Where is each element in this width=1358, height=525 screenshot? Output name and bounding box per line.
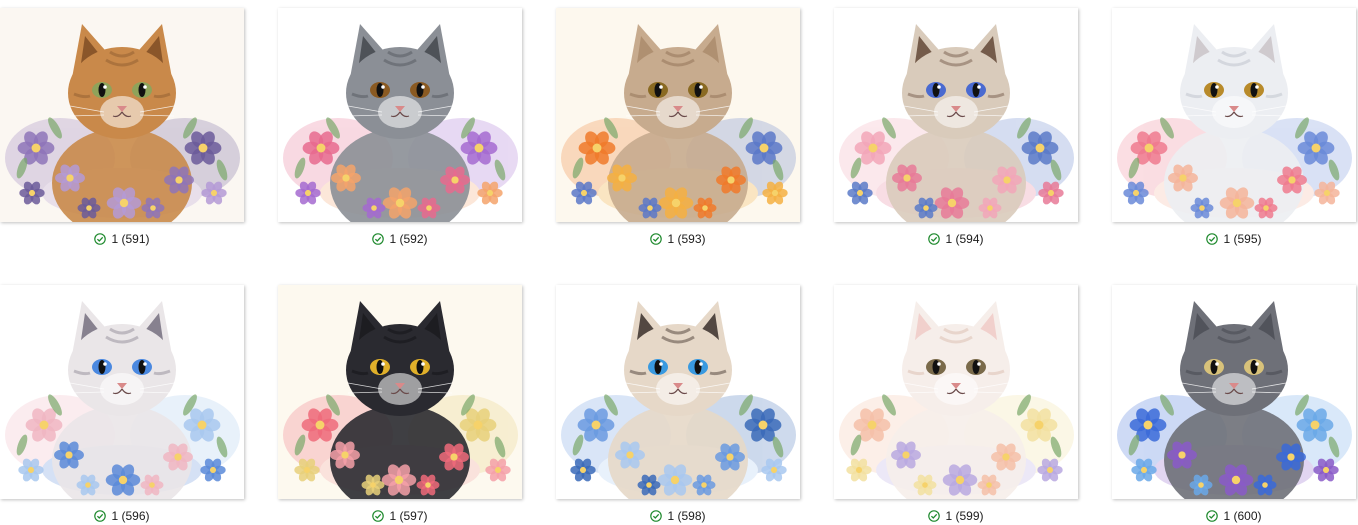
file-caption[interactable]: 1 (593) (556, 230, 800, 248)
thumbnail-image[interactable] (0, 285, 244, 499)
cat-illustration (0, 8, 244, 222)
sync-check-icon (1206, 510, 1219, 522)
file-caption[interactable]: 1 (595) (1112, 230, 1356, 248)
file-grid: 1 (591) 1 (592) 1 (593) 1 (594) 1 (595) 1 (59… (0, 0, 1358, 523)
file-name: 1 (598) (667, 509, 706, 523)
sync-check-icon (650, 510, 663, 522)
file-caption[interactable]: 1 (598) (556, 507, 800, 525)
sync-check-icon (928, 233, 941, 245)
thumbnail-image[interactable] (0, 8, 244, 222)
file-tile[interactable]: 1 (593) (556, 8, 802, 248)
file-tile[interactable]: 1 (598) (556, 285, 802, 525)
thumbnail-image[interactable] (278, 8, 522, 222)
file-tile[interactable]: 1 (596) (0, 285, 246, 525)
file-tile[interactable]: 1 (595) (1112, 8, 1358, 248)
file-caption[interactable]: 1 (596) (0, 507, 244, 525)
thumbnail-image[interactable] (1112, 285, 1356, 499)
thumbnail-image[interactable] (556, 8, 800, 222)
thumbnail-image[interactable] (834, 8, 1078, 222)
sync-check-icon (1206, 233, 1219, 245)
thumbnail-image[interactable] (278, 285, 522, 499)
sync-check-icon (372, 233, 385, 245)
file-name: 1 (600) (1223, 509, 1262, 523)
file-tile[interactable]: 1 (594) (834, 8, 1080, 248)
thumbnail-image[interactable] (556, 285, 800, 499)
cat-illustration (278, 8, 522, 222)
file-caption[interactable]: 1 (592) (278, 230, 522, 248)
file-caption[interactable]: 1 (594) (834, 230, 1078, 248)
file-tile[interactable]: 1 (591) (0, 8, 246, 248)
cat-illustration (1112, 8, 1356, 222)
file-name: 1 (593) (667, 232, 706, 246)
sync-check-icon (94, 233, 107, 245)
cat-illustration (0, 285, 244, 499)
cat-illustration (556, 8, 800, 222)
file-tile[interactable]: 1 (599) (834, 285, 1080, 525)
file-caption[interactable]: 1 (597) (278, 507, 522, 525)
thumbnail-image[interactable] (1112, 8, 1356, 222)
file-caption[interactable]: 1 (599) (834, 507, 1078, 525)
sync-check-icon (94, 510, 107, 522)
cat-illustration (278, 285, 522, 499)
file-caption[interactable]: 1 (591) (0, 230, 244, 248)
sync-check-icon (650, 233, 663, 245)
thumbnail-image[interactable] (834, 285, 1078, 499)
file-name: 1 (594) (945, 232, 984, 246)
file-tile[interactable]: 1 (600) (1112, 285, 1358, 525)
file-caption[interactable]: 1 (600) (1112, 507, 1356, 525)
cat-illustration (834, 285, 1078, 499)
file-name: 1 (596) (111, 509, 150, 523)
file-tile[interactable]: 1 (597) (278, 285, 524, 525)
sync-check-icon (372, 510, 385, 522)
sync-check-icon (928, 510, 941, 522)
file-name: 1 (591) (111, 232, 150, 246)
cat-illustration (556, 285, 800, 499)
file-tile[interactable]: 1 (592) (278, 8, 524, 248)
file-name: 1 (592) (389, 232, 428, 246)
file-name: 1 (595) (1223, 232, 1262, 246)
cat-illustration (834, 8, 1078, 222)
cat-illustration (1112, 285, 1356, 499)
file-name: 1 (599) (945, 509, 984, 523)
file-name: 1 (597) (389, 509, 428, 523)
